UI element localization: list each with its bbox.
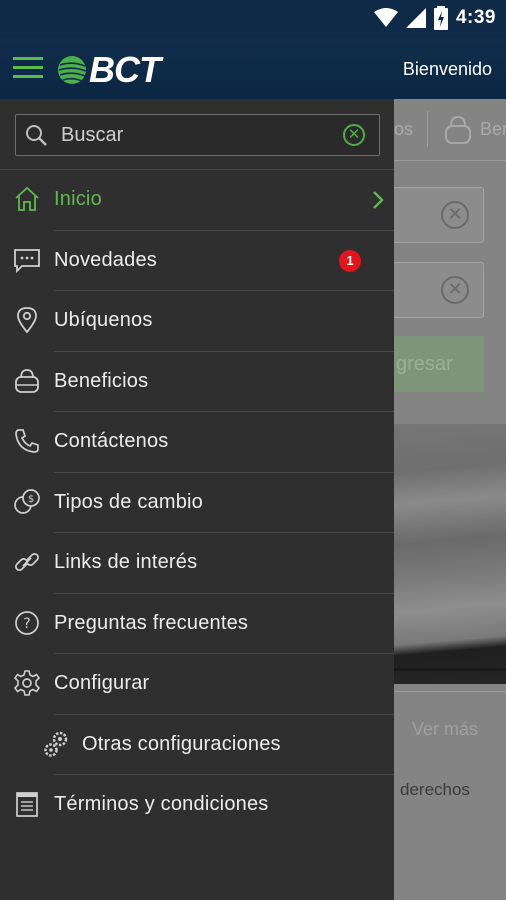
background-content: os Ber ✕ ✕ gresar Ver más derechos bbox=[394, 99, 506, 900]
menu-item-label: Términos y condiciones bbox=[54, 793, 269, 815]
gears-icon bbox=[44, 731, 68, 757]
menu-item-inicio[interactable]: Inicio bbox=[0, 170, 394, 231]
hamburger-menu-icon[interactable] bbox=[13, 57, 43, 79]
chat-icon bbox=[14, 248, 40, 273]
menu-item-label: Contáctenos bbox=[54, 430, 169, 452]
divider bbox=[394, 691, 506, 692]
background-tab-fragment-2: Ber bbox=[480, 119, 506, 139]
menu-item-label: Tipos de cambio bbox=[54, 490, 203, 513]
document-icon bbox=[16, 792, 38, 817]
welcome-text: Bienvenido bbox=[402, 59, 492, 79]
menu-item-label: Configurar bbox=[54, 672, 150, 694]
status-time: 4:39 bbox=[455, 7, 496, 28]
svg-text:$: $ bbox=[28, 494, 34, 505]
menu-item-contactenos[interactable]: Contáctenos bbox=[0, 412, 394, 473]
signal-icon bbox=[405, 8, 426, 28]
menu-item-novedades[interactable]: Novedades 1 bbox=[0, 231, 394, 291]
background-tab-fragment: os bbox=[394, 119, 414, 139]
background-photo bbox=[394, 424, 506, 684]
menu-item-otras-configuraciones[interactable]: Otras configuraciones bbox=[0, 715, 394, 775]
logo-text: BCT bbox=[89, 49, 161, 90]
menu-item-links-de-interes[interactable]: Links de interés bbox=[0, 533, 394, 594]
status-bar: 4:39 bbox=[0, 0, 506, 37]
menu-item-beneficios[interactable]: Beneficios bbox=[0, 352, 394, 412]
link-icon bbox=[15, 553, 39, 571]
menu-item-tipos-de-cambio[interactable]: $ Tipos de cambio bbox=[0, 473, 394, 533]
background-input-password: ✕ bbox=[394, 262, 484, 318]
menu-item-label: Links de interés bbox=[54, 551, 198, 573]
menu-item-terminos-y-condiciones[interactable]: Términos y condiciones bbox=[0, 775, 394, 836]
menu-item-label: Preguntas frecuentes bbox=[54, 611, 249, 634]
navigation-drawer: ✕ Inicio Novedades 1 Ubíquenos Beneficio… bbox=[0, 99, 394, 900]
bag-icon bbox=[15, 368, 39, 393]
globe-logo-icon bbox=[58, 56, 87, 84]
search-box: ✕ bbox=[15, 114, 380, 156]
app-header: BCT Bienvenido bbox=[0, 37, 506, 99]
clear-icon: ✕ bbox=[441, 201, 469, 229]
search-input[interactable] bbox=[61, 120, 331, 150]
help-icon: ? bbox=[15, 610, 39, 635]
tab-separator bbox=[427, 111, 428, 147]
battery-icon bbox=[433, 6, 448, 30]
currency-exchange-icon: $ bbox=[14, 488, 40, 514]
menu-item-preguntas-frecuentes[interactable]: ? Preguntas frecuentes bbox=[0, 594, 394, 654]
rights-text: derechos bbox=[400, 780, 470, 799]
home-icon bbox=[15, 186, 39, 211]
background-login-button: gresar bbox=[394, 336, 484, 392]
background-input-user: ✕ bbox=[394, 187, 484, 243]
clear-search-icon[interactable]: ✕ bbox=[343, 124, 365, 146]
menu-item-ubiquenos[interactable]: Ubíquenos bbox=[0, 291, 394, 352]
phone-icon bbox=[15, 429, 39, 453]
notification-badge: 1 bbox=[339, 249, 361, 272]
menu-list: Inicio Novedades 1 Ubíquenos Beneficios … bbox=[0, 170, 394, 836]
menu-item-configurar[interactable]: Configurar bbox=[0, 654, 394, 715]
wifi-icon bbox=[373, 8, 398, 27]
bct-logo: BCT bbox=[57, 49, 161, 91]
bag-icon bbox=[445, 115, 471, 144]
location-pin-icon bbox=[17, 307, 37, 334]
chevron-right-icon bbox=[373, 191, 384, 209]
search-icon bbox=[26, 125, 47, 146]
background-tabbar: os Ber bbox=[394, 99, 506, 161]
see-more-link: Ver más bbox=[412, 719, 479, 739]
svg-text:?: ? bbox=[23, 616, 30, 632]
menu-item-label: Inicio bbox=[54, 188, 102, 210]
menu-item-label: Novedades bbox=[54, 248, 157, 271]
menu-item-label: Ubíquenos bbox=[54, 309, 153, 331]
clear-icon: ✕ bbox=[441, 276, 469, 304]
menu-item-label: Beneficios bbox=[54, 369, 149, 392]
menu-item-label: Otras configuraciones bbox=[82, 732, 281, 755]
gear-icon bbox=[13, 670, 41, 696]
